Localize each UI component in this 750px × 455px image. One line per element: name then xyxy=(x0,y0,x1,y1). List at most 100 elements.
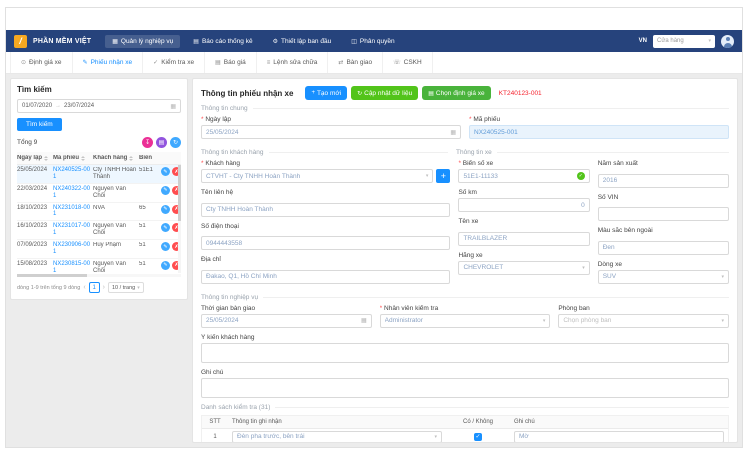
row-customer: NVA xyxy=(93,205,139,212)
date-range-picker[interactable]: 01/07/2020 → 23/07/2024 ▦ xyxy=(17,99,181,113)
current-page-button[interactable]: 1 xyxy=(89,282,100,293)
ten-xe-input[interactable] xyxy=(458,232,589,246)
valuation-ref-link[interactable]: KT240123-001 xyxy=(499,90,542,97)
user-avatar[interactable] xyxy=(721,35,734,48)
add-customer-button[interactable]: + xyxy=(436,169,450,183)
row-code-link[interactable]: NX240525-001 xyxy=(53,167,93,181)
edit-row-button[interactable]: ✎ xyxy=(161,167,170,176)
table-row[interactable]: 15/08/2023 NX230815-001 Nguyễn Văn Chối … xyxy=(17,259,181,273)
nhan-vien-kiem-tra-select[interactable]: Administrator ▾ xyxy=(380,314,551,328)
brand-name: PHẦN MỀM VIỆT xyxy=(33,38,91,45)
create-new-button[interactable]: + Tạo mới xyxy=(305,86,347,100)
pagination: dòng 1-9 trên tổng 9 dòng ‹ 1 › 10 / tra… xyxy=(17,282,181,293)
section-customer: Thông tin khách hàng xyxy=(201,149,448,156)
search-button[interactable]: Tìm kiếm xyxy=(17,118,62,131)
dong-xe-select[interactable]: SUV ▾ xyxy=(598,270,729,284)
page-body: Tìm kiếm 01/07/2020 → 23/07/2024 ▦ Tìm k… xyxy=(6,74,742,447)
row-code-link[interactable]: NX231017-001 xyxy=(53,223,93,237)
sort-by-customer[interactable]: Khách hàng xyxy=(93,155,139,161)
scrollbar-thumb[interactable] xyxy=(178,165,181,221)
nav-item-phan-quyen[interactable]: ◫ Phân quyền xyxy=(344,35,401,48)
nav-item-bao-cao-thong-ke[interactable]: ▤ Báo cáo thống kê xyxy=(186,35,259,48)
tab-kiem-tra-xe[interactable]: ✓ Kiểm tra xe xyxy=(143,52,205,73)
so-vin-input[interactable] xyxy=(598,207,729,221)
ngay-lap-date-input[interactable]: 25/05/2024 ▦ xyxy=(201,125,461,139)
date-to-value: 23/07/2024 xyxy=(64,103,94,109)
page-size-select[interactable]: 10 / trang ▾ xyxy=(108,282,144,293)
edit-row-button[interactable]: ✎ xyxy=(161,186,170,195)
nam-san-xuat-input[interactable] xyxy=(598,174,729,188)
horizontal-scrollbar[interactable] xyxy=(17,274,181,277)
sort-by-code[interactable]: Mã phiếu xyxy=(53,155,93,161)
vertical-scrollbar[interactable] xyxy=(178,165,181,273)
y-kien-khach-hang-textarea[interactable] xyxy=(201,343,729,363)
table-row[interactable]: 25/05/2024 NX240525-001 Cty TNHH Hoàn Th… xyxy=(17,165,181,184)
refresh-icon-button[interactable]: ↻ xyxy=(170,137,181,148)
page-top-whitespace xyxy=(6,8,742,30)
permission-icon: ◫ xyxy=(351,38,357,45)
ten-lien-he-input[interactable] xyxy=(201,203,450,217)
khach-hang-select[interactable]: CTVHT - Cty TNHH Hoàn Thành ▾ xyxy=(201,169,433,183)
phong-ban-select[interactable]: Chọn phòng ban ▾ xyxy=(558,314,729,328)
row-code-link[interactable]: NX231018-001 xyxy=(53,205,93,219)
table-row[interactable]: 16/10/2023 NX231017-001 Nguyễn Văn Chối … xyxy=(17,221,181,240)
tab-label: CSKH xyxy=(404,59,422,66)
edit-row-button[interactable]: ✎ xyxy=(161,223,170,232)
tab-dinh-gia-xe[interactable]: ⊙ Định giá xe xyxy=(10,52,73,73)
check-item-select[interactable]: Đèn pha trước, bên trái ▾ xyxy=(232,431,442,443)
section-vehicle: Thông tin xe xyxy=(456,149,729,156)
main-navbar: / PHẦN MỀM VIỆT ▦ Quản lý nghiệp vụ ▤ Bá… xyxy=(6,30,742,52)
row-code-link[interactable]: NX230906-001 xyxy=(53,242,93,256)
hang-xe-select[interactable]: CHEVROLET ▾ xyxy=(458,261,589,275)
prev-page-button[interactable]: ‹ xyxy=(83,284,85,291)
store-select[interactable]: Cửa hàng ▾ xyxy=(653,35,715,48)
scrollbar-thumb[interactable] xyxy=(17,274,87,277)
nav-item-label: Thiết lập ban đầu xyxy=(281,38,331,45)
bien-so-input[interactable]: 51E1-11133 ✓ xyxy=(458,169,589,183)
check-note-input[interactable] xyxy=(514,431,724,443)
edit-row-button[interactable]: ✎ xyxy=(161,205,170,214)
print-icon-button[interactable]: ▤ xyxy=(156,137,167,148)
chevron-down-icon: ▾ xyxy=(543,318,546,324)
edit-row-button[interactable]: ✎ xyxy=(161,242,170,251)
sort-by-date[interactable]: Ngày lập xyxy=(17,155,53,161)
nav-item-thiet-lap-ban-dau[interactable]: ⚙ Thiết lập ban đầu xyxy=(266,35,339,48)
mau-sac-input[interactable] xyxy=(598,241,729,255)
next-page-button[interactable]: › xyxy=(103,284,105,291)
search-panel: Tìm kiếm 01/07/2020 → 23/07/2024 ▦ Tìm k… xyxy=(10,78,188,300)
detail-header: Thông tin phiếu nhận xe + Tạo mới ↻ Cập … xyxy=(201,86,729,100)
gear-icon: ⚙ xyxy=(273,38,278,45)
update-data-button[interactable]: ↻ Cập nhật dữ liệu xyxy=(351,86,418,100)
checklist-stt: 1 xyxy=(202,434,228,440)
row-date: 07/09/2023 xyxy=(17,242,53,248)
so-km-input[interactable]: 0 xyxy=(458,198,589,212)
table-row[interactable]: 07/09/2023 NX230906-001 Huy Phạm 51 ✎✗ xyxy=(17,240,181,259)
nav-item-label: Quản lý nghiệp vụ xyxy=(121,38,173,45)
field-dong-xe: Dòng xe SUV ▾ xyxy=(598,261,729,284)
nav-item-quan-ly-nghiep-vu[interactable]: ▦ Quản lý nghiệp vụ xyxy=(105,35,180,48)
field-dia-chi: Địa chỉ xyxy=(201,256,450,284)
edit-row-button[interactable]: ✎ xyxy=(161,261,170,270)
thoi-gian-ban-giao-date-input[interactable]: 25/05/2024 ▦ xyxy=(201,314,372,328)
language-label[interactable]: VN xyxy=(639,38,647,44)
row-code-link[interactable]: NX230815-001 xyxy=(53,261,93,273)
choose-valuation-button[interactable]: ▤ Chọn định giá xe xyxy=(422,86,490,100)
tab-phieu-nhan-xe[interactable]: ✎ Phiếu nhận xe xyxy=(73,52,144,73)
field-so-vin: Số VIN xyxy=(598,194,729,222)
tab-ban-giao[interactable]: ⇄ Bàn giao xyxy=(328,52,383,73)
ghi-chu-textarea[interactable] xyxy=(201,378,729,398)
dia-chi-input[interactable] xyxy=(201,270,450,284)
tab-bao-gia[interactable]: ▤ Báo giá xyxy=(205,52,257,73)
field-ten-lien-he: Tên liên hệ xyxy=(201,189,450,217)
tab-cskh[interactable]: ☏ CSKH xyxy=(383,52,433,73)
row-code-link[interactable]: NX240322-001 xyxy=(53,186,93,200)
pencil-icon: ✎ xyxy=(83,59,88,66)
table-row[interactable]: 18/10/2023 NX231018-001 NVA 65 ✎✗ xyxy=(17,203,181,222)
so-dien-thoai-input[interactable] xyxy=(201,236,450,250)
calendar-icon: ▦ xyxy=(170,103,176,110)
detail-panel: Thông tin phiếu nhận xe + Tạo mới ↻ Cập … xyxy=(192,78,738,443)
table-row[interactable]: 22/03/2024 NX240322-001 Nguyễn Văn Chối … xyxy=(17,184,181,203)
tab-lenh-sua-chua[interactable]: ≡ Lệnh sửa chữa xyxy=(257,52,329,73)
yes-no-checkbox[interactable]: ✓ xyxy=(474,433,482,441)
export-icon-button[interactable]: ↧ xyxy=(142,137,153,148)
